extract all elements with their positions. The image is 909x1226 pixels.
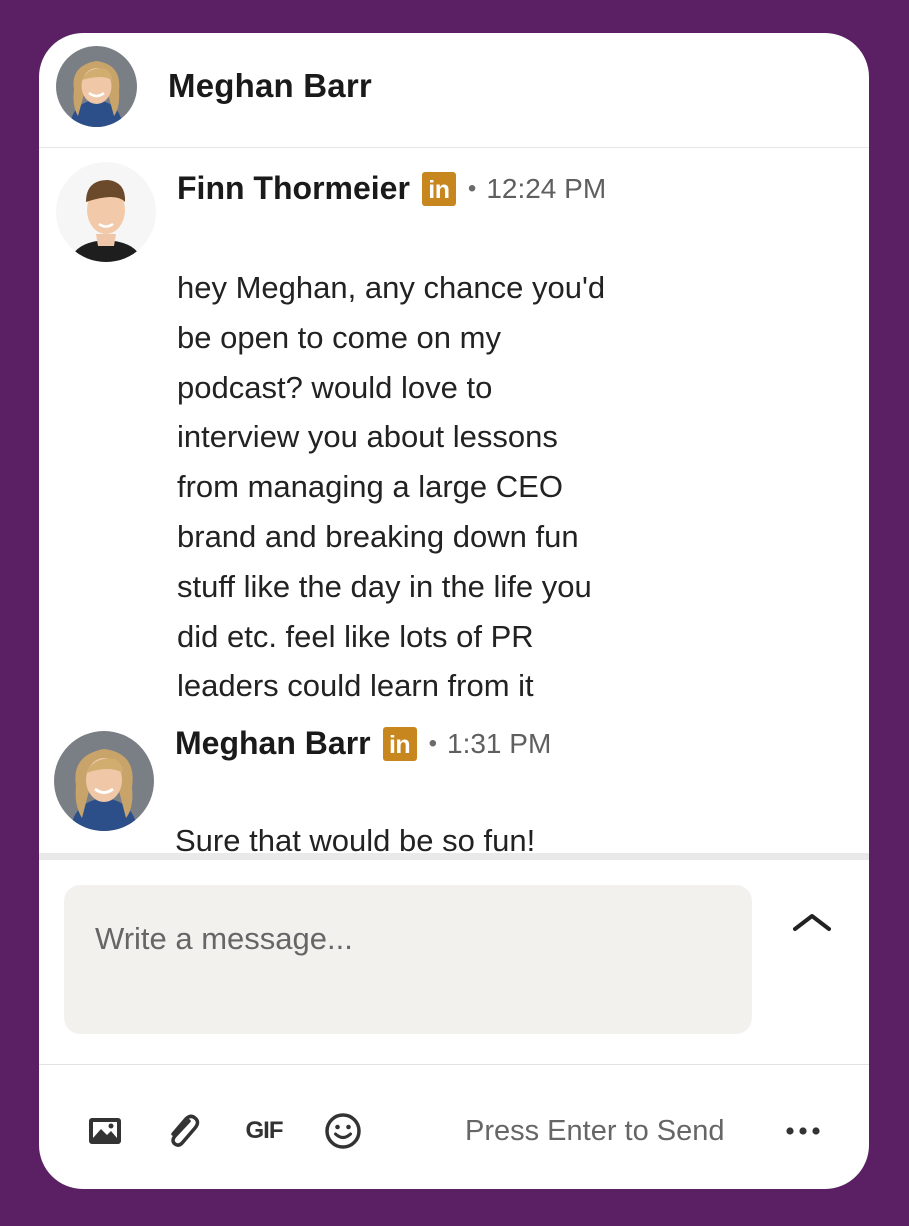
sender-name[interactable]: Meghan Barr bbox=[175, 725, 371, 762]
separator-dot: • bbox=[428, 729, 437, 757]
linkedin-icon: in bbox=[421, 171, 456, 206]
separator-dot: • bbox=[467, 174, 477, 202]
sender-avatar-meghan[interactable] bbox=[54, 731, 154, 831]
gif-label: GIF bbox=[245, 1117, 284, 1144]
paperclip-icon[interactable] bbox=[163, 1111, 203, 1151]
message-header: Meghan Barr in • 1:31 PM bbox=[175, 725, 551, 762]
composer-divider bbox=[39, 853, 869, 860]
footer-divider bbox=[39, 1064, 869, 1065]
message-text: hey Meghan, any chance you'd be open to … bbox=[177, 270, 606, 704]
conversation-header: Meghan Barr bbox=[39, 33, 869, 148]
send-hint[interactable]: Press Enter to Send bbox=[465, 1115, 725, 1148]
message-input[interactable] bbox=[64, 885, 752, 1034]
message-time: 12:24 PM bbox=[486, 172, 607, 204]
emoji-icon[interactable] bbox=[323, 1111, 363, 1151]
linkedin-icon: in bbox=[382, 726, 417, 761]
image-icon[interactable] bbox=[85, 1111, 125, 1151]
chevron-up-icon[interactable] bbox=[789, 903, 835, 943]
contact-avatar[interactable] bbox=[56, 46, 137, 127]
contact-name[interactable]: Meghan Barr bbox=[168, 67, 372, 105]
message-window: Meghan Barr Finn Thormeier in • 12:24 PM… bbox=[39, 33, 869, 1189]
message-time: 1:31 PM bbox=[447, 727, 552, 759]
sender-name[interactable]: Finn Thormeier bbox=[177, 170, 410, 207]
gif-icon[interactable]: GIF bbox=[244, 1111, 284, 1151]
sender-avatar-finn[interactable] bbox=[56, 162, 156, 262]
message-header: Finn Thormeier in • 12:24 PM bbox=[177, 170, 606, 207]
message-list: Finn Thormeier in • 12:24 PM hey Meghan,… bbox=[39, 148, 869, 858]
more-icon[interactable] bbox=[783, 1111, 823, 1151]
